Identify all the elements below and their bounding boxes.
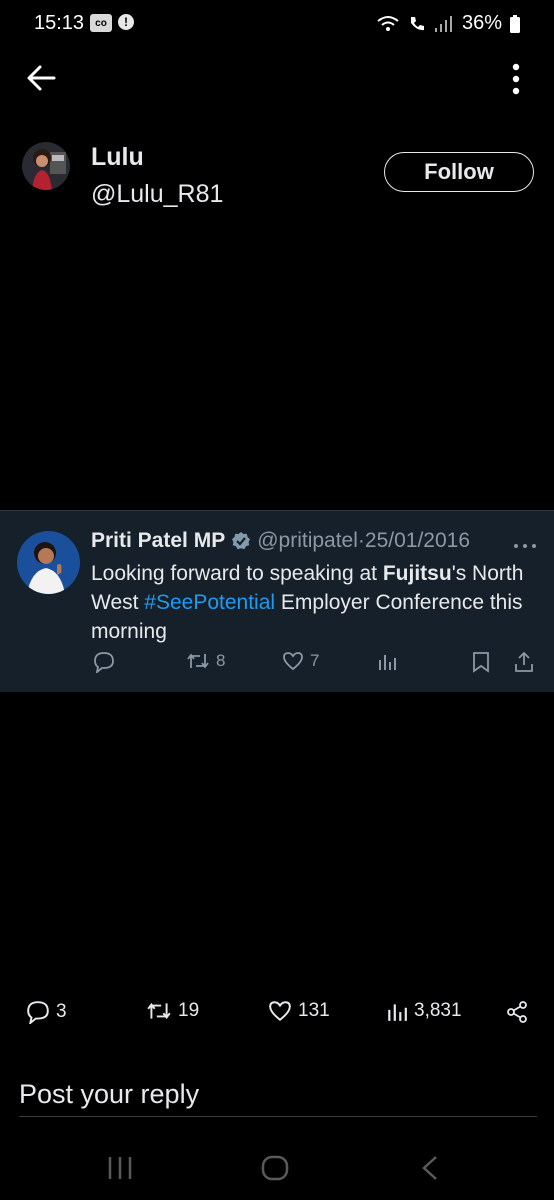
quoted-retweet-count: 8	[216, 651, 226, 670]
profile-name[interactable]: Lulu	[91, 143, 144, 172]
quoted-separator: ·	[357, 529, 365, 552]
quoted-more-button[interactable]	[513, 533, 537, 556]
hashtag-link[interactable]: #SeePotential	[144, 591, 275, 614]
quoted-avatar[interactable]	[17, 531, 80, 594]
views-icon	[379, 655, 396, 670]
like-icon	[283, 652, 303, 671]
views-count: 3,831	[414, 1000, 462, 1021]
more-options-button[interactable]	[503, 62, 529, 96]
system-nav-bar	[0, 1140, 554, 1200]
back-button[interactable]	[24, 62, 60, 94]
quoted-bookmark-button[interactable]	[471, 651, 491, 673]
quoted-reply-button[interactable]	[93, 651, 115, 673]
quoted-views-button[interactable]	[377, 651, 397, 671]
more-horizontal-icon	[514, 544, 536, 548]
home-button[interactable]	[261, 1154, 289, 1187]
reply-button[interactable]: 3	[26, 1000, 67, 1024]
quoted-actions-bar: 8 7	[0, 651, 554, 681]
quoted-name[interactable]: Priti Patel MP	[91, 529, 225, 553]
verified-badge-icon	[232, 532, 251, 550]
alert-icon: !	[118, 14, 134, 30]
quoted-tweet-header: Priti Patel MP @pritipatel · 25/01/2016	[91, 529, 470, 553]
quoted-like-count: 7	[310, 651, 320, 670]
battery-icon	[510, 14, 520, 33]
views-button[interactable]: 3,831	[386, 1000, 462, 1022]
signal-icon	[434, 15, 452, 32]
more-vertical-icon	[512, 63, 520, 95]
tweet-stats-bar: 3 19 131 3,831	[0, 998, 554, 1032]
quoted-avatar-image	[17, 531, 80, 594]
back-arrow-icon	[27, 65, 56, 91]
follow-button[interactable]: Follow	[384, 152, 534, 192]
reply-icon	[94, 652, 114, 673]
retweet-icon	[147, 1002, 171, 1020]
battery-percent: 36%	[461, 12, 502, 34]
avatar-image	[22, 142, 70, 190]
share-icon	[515, 651, 533, 672]
reply-icon	[27, 1001, 49, 1024]
recents-icon	[108, 1157, 132, 1179]
retweet-icon	[187, 653, 209, 669]
wifi-icon	[377, 15, 399, 31]
repost-count: 19	[178, 1000, 200, 1021]
status-right: 36%	[376, 12, 520, 35]
profile-handle[interactable]: @Lulu_R81	[91, 180, 223, 209]
reply-input[interactable]	[19, 1072, 537, 1117]
like-icon	[269, 1001, 291, 1021]
nav-back-icon	[422, 1156, 437, 1180]
repost-button[interactable]: 19	[146, 1000, 199, 1022]
notification-box-icon: co	[90, 14, 112, 32]
quoted-retweet-button[interactable]: 8	[186, 651, 225, 671]
like-count: 131	[298, 1000, 330, 1021]
quoted-text-bold: Fujitsu	[382, 562, 452, 585]
bookmark-icon	[473, 652, 489, 673]
quoted-date[interactable]: 25/01/2016	[365, 529, 470, 553]
embedded-tweet-card[interactable]: Priti Patel MP @pritipatel · 25/01/2016 …	[0, 510, 554, 692]
reply-count: 3	[56, 1001, 67, 1022]
system-back-button[interactable]	[419, 1154, 441, 1187]
status-notification-icons: co !	[90, 14, 134, 32]
recents-button[interactable]	[106, 1154, 134, 1187]
like-button[interactable]: 131	[268, 1000, 330, 1022]
views-icon	[388, 1004, 407, 1021]
call-icon	[410, 16, 424, 30]
quoted-like-button[interactable]: 7	[282, 651, 319, 671]
quoted-share-button[interactable]	[513, 651, 535, 673]
status-time: 15:13	[34, 12, 85, 34]
quoted-tweet-text: Looking forward to speaking at Fujitsu's…	[91, 559, 541, 646]
quoted-text-part1: Looking forward to speaking at	[91, 562, 383, 585]
home-icon	[261, 1155, 289, 1181]
avatar[interactable]	[22, 142, 70, 190]
quoted-handle[interactable]: @pritipatel	[257, 529, 358, 553]
share-button[interactable]	[505, 1000, 529, 1024]
share-icon	[507, 1001, 527, 1023]
